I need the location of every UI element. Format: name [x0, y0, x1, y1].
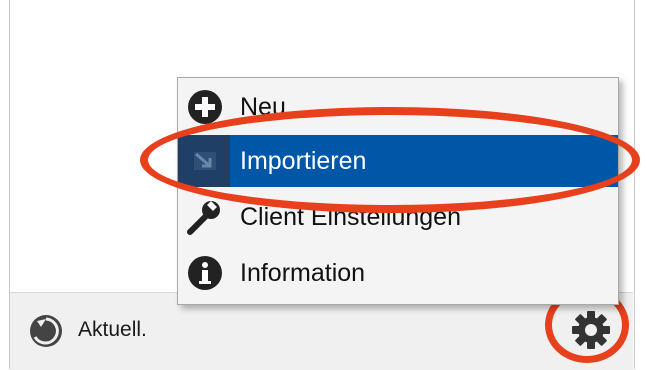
menu-item-client-einstellungen[interactable]: Client Einstellungen: [178, 191, 618, 243]
context-menu: Neu Importieren Client Einstellungen Inf…: [177, 77, 619, 305]
status-text: Aktuell.: [78, 318, 147, 341]
menu-item-importieren[interactable]: Importieren: [178, 135, 618, 187]
plus-circle-icon: [185, 87, 225, 127]
import-icon: [185, 141, 225, 181]
gear-icon[interactable]: [570, 309, 612, 351]
menu-item-label: Importieren: [240, 146, 367, 175]
menu-item-neu[interactable]: Neu: [178, 81, 618, 133]
menu-item-label: Information: [240, 258, 366, 287]
menu-item-label: Client Einstellungen: [240, 202, 461, 231]
info-circle-icon: [185, 253, 225, 293]
menu-item-label: Neu: [240, 92, 286, 121]
wrench-icon: [185, 197, 225, 237]
sync-status-icon: [30, 315, 62, 347]
menu-item-information[interactable]: Information: [178, 247, 618, 299]
